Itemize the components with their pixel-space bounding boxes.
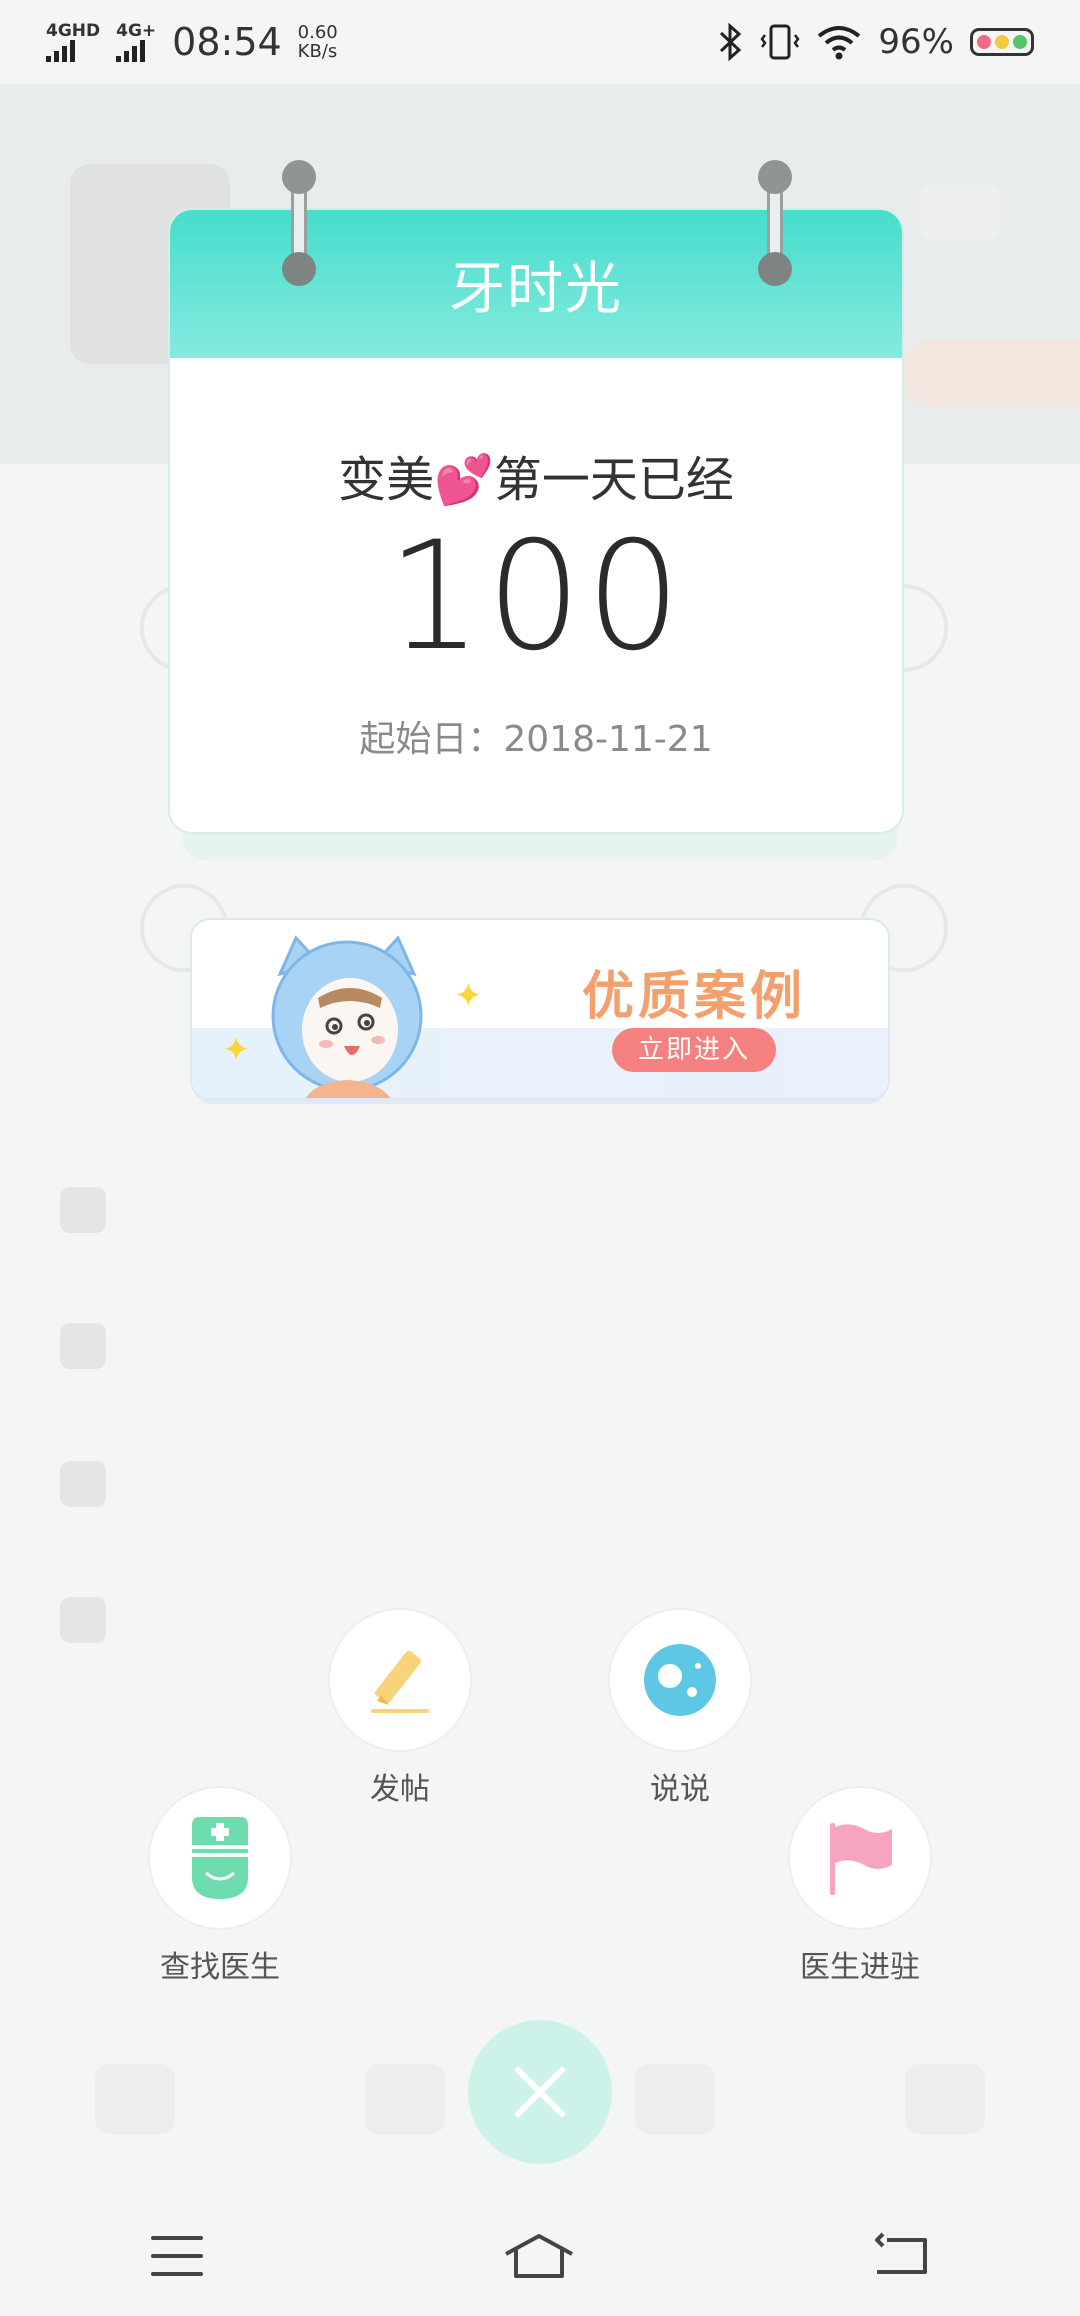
moments-button-circle[interactable] — [610, 1610, 750, 1750]
moments-button[interactable]: 说说 — [608, 1610, 752, 1808]
doctor-icon — [192, 1817, 248, 1899]
planet-icon — [644, 1644, 716, 1716]
doctor-join-label: 医生进驻 — [800, 1950, 920, 1985]
back-icon[interactable] — [873, 2232, 931, 2280]
network-type-2: 4G+ — [116, 20, 157, 41]
calendar-card: 牙时光 变美💕第一天已经 100 起始日：2018-11-21 — [170, 210, 902, 832]
speed-unit: KB/s — [297, 41, 338, 62]
caption-after: 第一天已经 — [493, 452, 734, 508]
caption-before: 变美 — [338, 452, 435, 508]
bg-menu-row: ​ — [60, 1316, 1020, 1376]
pencil-icon — [371, 1650, 429, 1713]
find-doctor-button[interactable]: 查找医生 — [148, 1788, 292, 1986]
signal-1-icon: 4GHD — [46, 20, 101, 62]
calendar-title: 牙时光 — [449, 256, 623, 322]
speed-value: 0.60 — [297, 22, 338, 43]
banner-title: 优质案例 — [582, 967, 807, 1027]
day-count: 100 — [386, 510, 686, 684]
close-button[interactable] — [468, 2020, 612, 2164]
calendar-ring-right — [758, 160, 792, 286]
post-button-circle[interactable] — [330, 1610, 470, 1750]
wifi-icon — [818, 26, 861, 60]
quality-cases-banner[interactable]: ✦ ✦ 优质案例 立即进入 — [190, 918, 890, 1100]
calendar-ring-left — [282, 160, 316, 286]
network-type-1: 4GHD — [46, 20, 101, 41]
home-icon[interactable] — [502, 2232, 576, 2280]
network-speed: 0.60 KB/s — [298, 23, 338, 61]
bg-menu-row: ​ — [60, 1180, 1020, 1240]
signal-2-icon: 4G+ — [116, 20, 157, 62]
post-button[interactable]: 发帖 — [328, 1610, 472, 1808]
heart-icon: 💕 — [434, 452, 494, 508]
bg-menu-row: ​ — [60, 1454, 1020, 1514]
find-doctor-button-circle[interactable] — [150, 1788, 290, 1928]
doctor-join-button-circle[interactable] — [790, 1788, 930, 1928]
battery-icon — [970, 28, 1034, 56]
vibrate-icon — [760, 24, 800, 60]
enter-now-button[interactable]: 立即进入 — [612, 1028, 776, 1072]
calendar-header: 牙时光 — [170, 210, 902, 358]
bluetooth-icon — [720, 23, 742, 61]
find-doctor-label: 查找医生 — [160, 1950, 280, 1985]
header-pill — [900, 339, 1080, 409]
battery-percent: 96% — [878, 22, 954, 62]
menu-icon[interactable] — [149, 2234, 205, 2278]
close-icon — [515, 2067, 565, 2117]
message-icon — [920, 184, 1000, 240]
sparkle-icon: ✦ — [454, 976, 483, 1016]
bg-menu-row: ​ — [60, 1590, 1020, 1650]
cat-mascot-icon — [271, 935, 423, 1098]
system-nav-bar — [0, 2196, 1080, 2316]
moments-label: 说说 — [650, 1772, 710, 1807]
doctor-join-button[interactable]: 医生进驻 — [788, 1788, 932, 1986]
clock: 08:54 — [172, 20, 282, 64]
sparkle-icon: ✦ — [222, 1030, 251, 1070]
flag-icon — [830, 1823, 892, 1895]
calendar-caption: 变美💕第一天已经 — [170, 440, 902, 510]
post-label: 发帖 — [370, 1772, 430, 1807]
start-date: 起始日：2018-11-21 — [359, 719, 713, 760]
status-bar: 4GHD 4G+ 08:54 0.60 KB/s 96% — [0, 0, 1080, 84]
